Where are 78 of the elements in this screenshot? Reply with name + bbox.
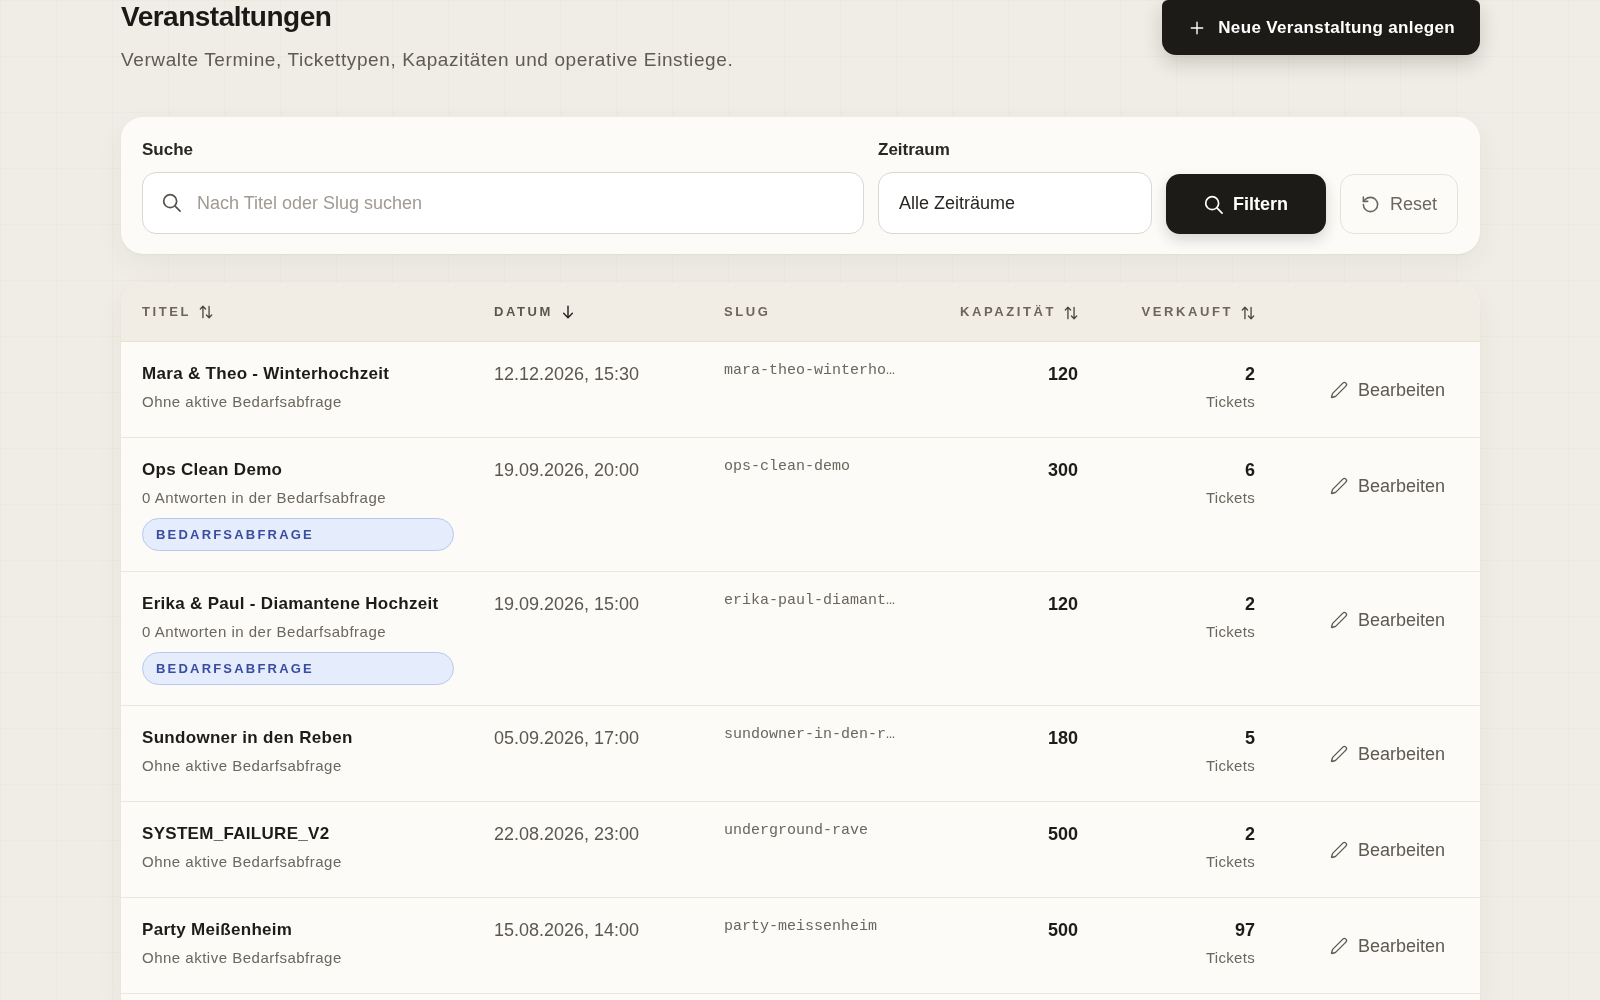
sold-count: 2 <box>1245 364 1255 384</box>
sold-count: 5 <box>1245 728 1255 748</box>
sold-count: 97 <box>1234 920 1255 940</box>
pencil-icon <box>1329 611 1348 629</box>
pencil-icon <box>1329 381 1348 399</box>
column-header[interactable]: DATUM <box>494 304 575 320</box>
edit-button[interactable]: Bearbeiten <box>1329 608 1445 632</box>
event-slug: underground-rave <box>724 824 869 838</box>
event-title: Sundowner in den Reben <box>142 728 353 748</box>
page-title: Veranstaltungen <box>121 0 332 33</box>
event-date: 22.08.2026, 23:00 <box>494 824 640 844</box>
reset-button[interactable]: Reset <box>1340 174 1458 234</box>
search-icon <box>162 193 181 212</box>
column-header[interactable]: VERKAUFT <box>1141 304 1255 320</box>
event-slug: ops-clean-demo <box>724 460 851 474</box>
sort-icon <box>1064 306 1078 320</box>
sold-unit: Tickets <box>1205 488 1255 508</box>
event-date: 19.09.2026, 20:00 <box>494 460 640 480</box>
survey-status: 0 Antworten in der Bedarfsabfrage <box>142 622 387 642</box>
sold-unit: Tickets <box>1205 852 1255 872</box>
reset-icon <box>1361 194 1380 214</box>
event-title: SYSTEM_FAILURE_V2 <box>142 824 330 844</box>
edit-button[interactable]: Bearbeiten <box>1329 474 1445 498</box>
event-title: Ops Clean Demo <box>142 460 283 480</box>
pencil-icon <box>1329 745 1348 763</box>
capacity-value: 180 <box>1047 728 1078 748</box>
event-slug: erika-paul-diamant… <box>724 594 896 608</box>
survey-status: 0 Antworten in der Bedarfsabfrage <box>142 488 387 508</box>
pencil-icon <box>1329 841 1348 859</box>
event-slug: mara-theo-winterho… <box>724 364 896 378</box>
period-select[interactable]: Alle Zeiträume <box>878 172 1152 234</box>
page-subtitle: Verwalte Termine, Tickettypen, Kapazitäten und operative Einstiege. <box>121 48 734 72</box>
event-title: Party Meißenheim <box>142 920 293 940</box>
survey-status: Ohne aktive Bedarfsabfrage <box>142 392 342 412</box>
edit-button[interactable]: Bearbeiten <box>1329 934 1445 958</box>
event-slug: sundowner-in-den-r… <box>724 728 896 742</box>
event-date: 19.09.2026, 15:00 <box>494 594 640 614</box>
event-title: Erika & Paul - Diamantene Hochzeit <box>142 594 439 614</box>
capacity-value: 500 <box>1047 824 1078 844</box>
sold-count: 6 <box>1245 460 1255 480</box>
survey-tag: BEDARFSABFRAGE <box>142 518 454 551</box>
survey-tag: BEDARFSABFRAGE <box>142 652 454 685</box>
search-field[interactable]: Nach Titel oder Slug suchen <box>142 172 864 234</box>
search-icon <box>1204 194 1223 214</box>
sold-count: 2 <box>1245 824 1255 844</box>
capacity-value: 300 <box>1047 460 1078 480</box>
event-date: 12.12.2026, 15:30 <box>494 364 640 384</box>
field-label: Suche <box>142 139 194 161</box>
filter-button[interactable]: Filtern <box>1166 174 1326 234</box>
field-label: Zeitraum <box>878 139 950 161</box>
sold-unit: Tickets <box>1205 948 1255 968</box>
sold-unit: Tickets <box>1205 392 1255 412</box>
column-header: SLUG <box>724 304 771 320</box>
create-event-button[interactable]: Neue Veranstaltung anlegen <box>1162 0 1480 55</box>
edit-button[interactable]: Bearbeiten <box>1329 838 1445 862</box>
sold-unit: Tickets <box>1205 622 1255 642</box>
pencil-icon <box>1329 477 1348 495</box>
event-date: 05.09.2026, 17:00 <box>494 728 640 748</box>
capacity-value: 120 <box>1047 364 1078 384</box>
sort-icon <box>199 305 214 319</box>
event-slug: party-meissenheim <box>724 920 878 934</box>
event-title: Mara & Theo - Winterhochzeit <box>142 364 390 384</box>
capacity-value: 500 <box>1047 920 1078 940</box>
pencil-icon <box>1329 937 1348 955</box>
plus-icon <box>1190 20 1205 35</box>
sold-unit: Tickets <box>1205 756 1255 776</box>
survey-status: Ohne aktive Bedarfsabfrage <box>142 756 342 776</box>
column-header[interactable]: KAPAZITÄT <box>959 304 1078 320</box>
column-header[interactable]: TITEL <box>142 304 214 320</box>
edit-button[interactable]: Bearbeiten <box>1329 742 1445 766</box>
survey-status: Ohne aktive Bedarfsabfrage <box>142 948 342 968</box>
survey-status: Ohne aktive Bedarfsabfrage <box>142 852 342 872</box>
sort-icon <box>1241 306 1255 320</box>
capacity-value: 120 <box>1047 594 1078 614</box>
arrow-down-icon <box>561 305 575 319</box>
sold-count: 2 <box>1245 594 1255 614</box>
edit-button[interactable]: Bearbeiten <box>1329 378 1445 402</box>
event-date: 15.08.2026, 14:00 <box>494 920 640 940</box>
